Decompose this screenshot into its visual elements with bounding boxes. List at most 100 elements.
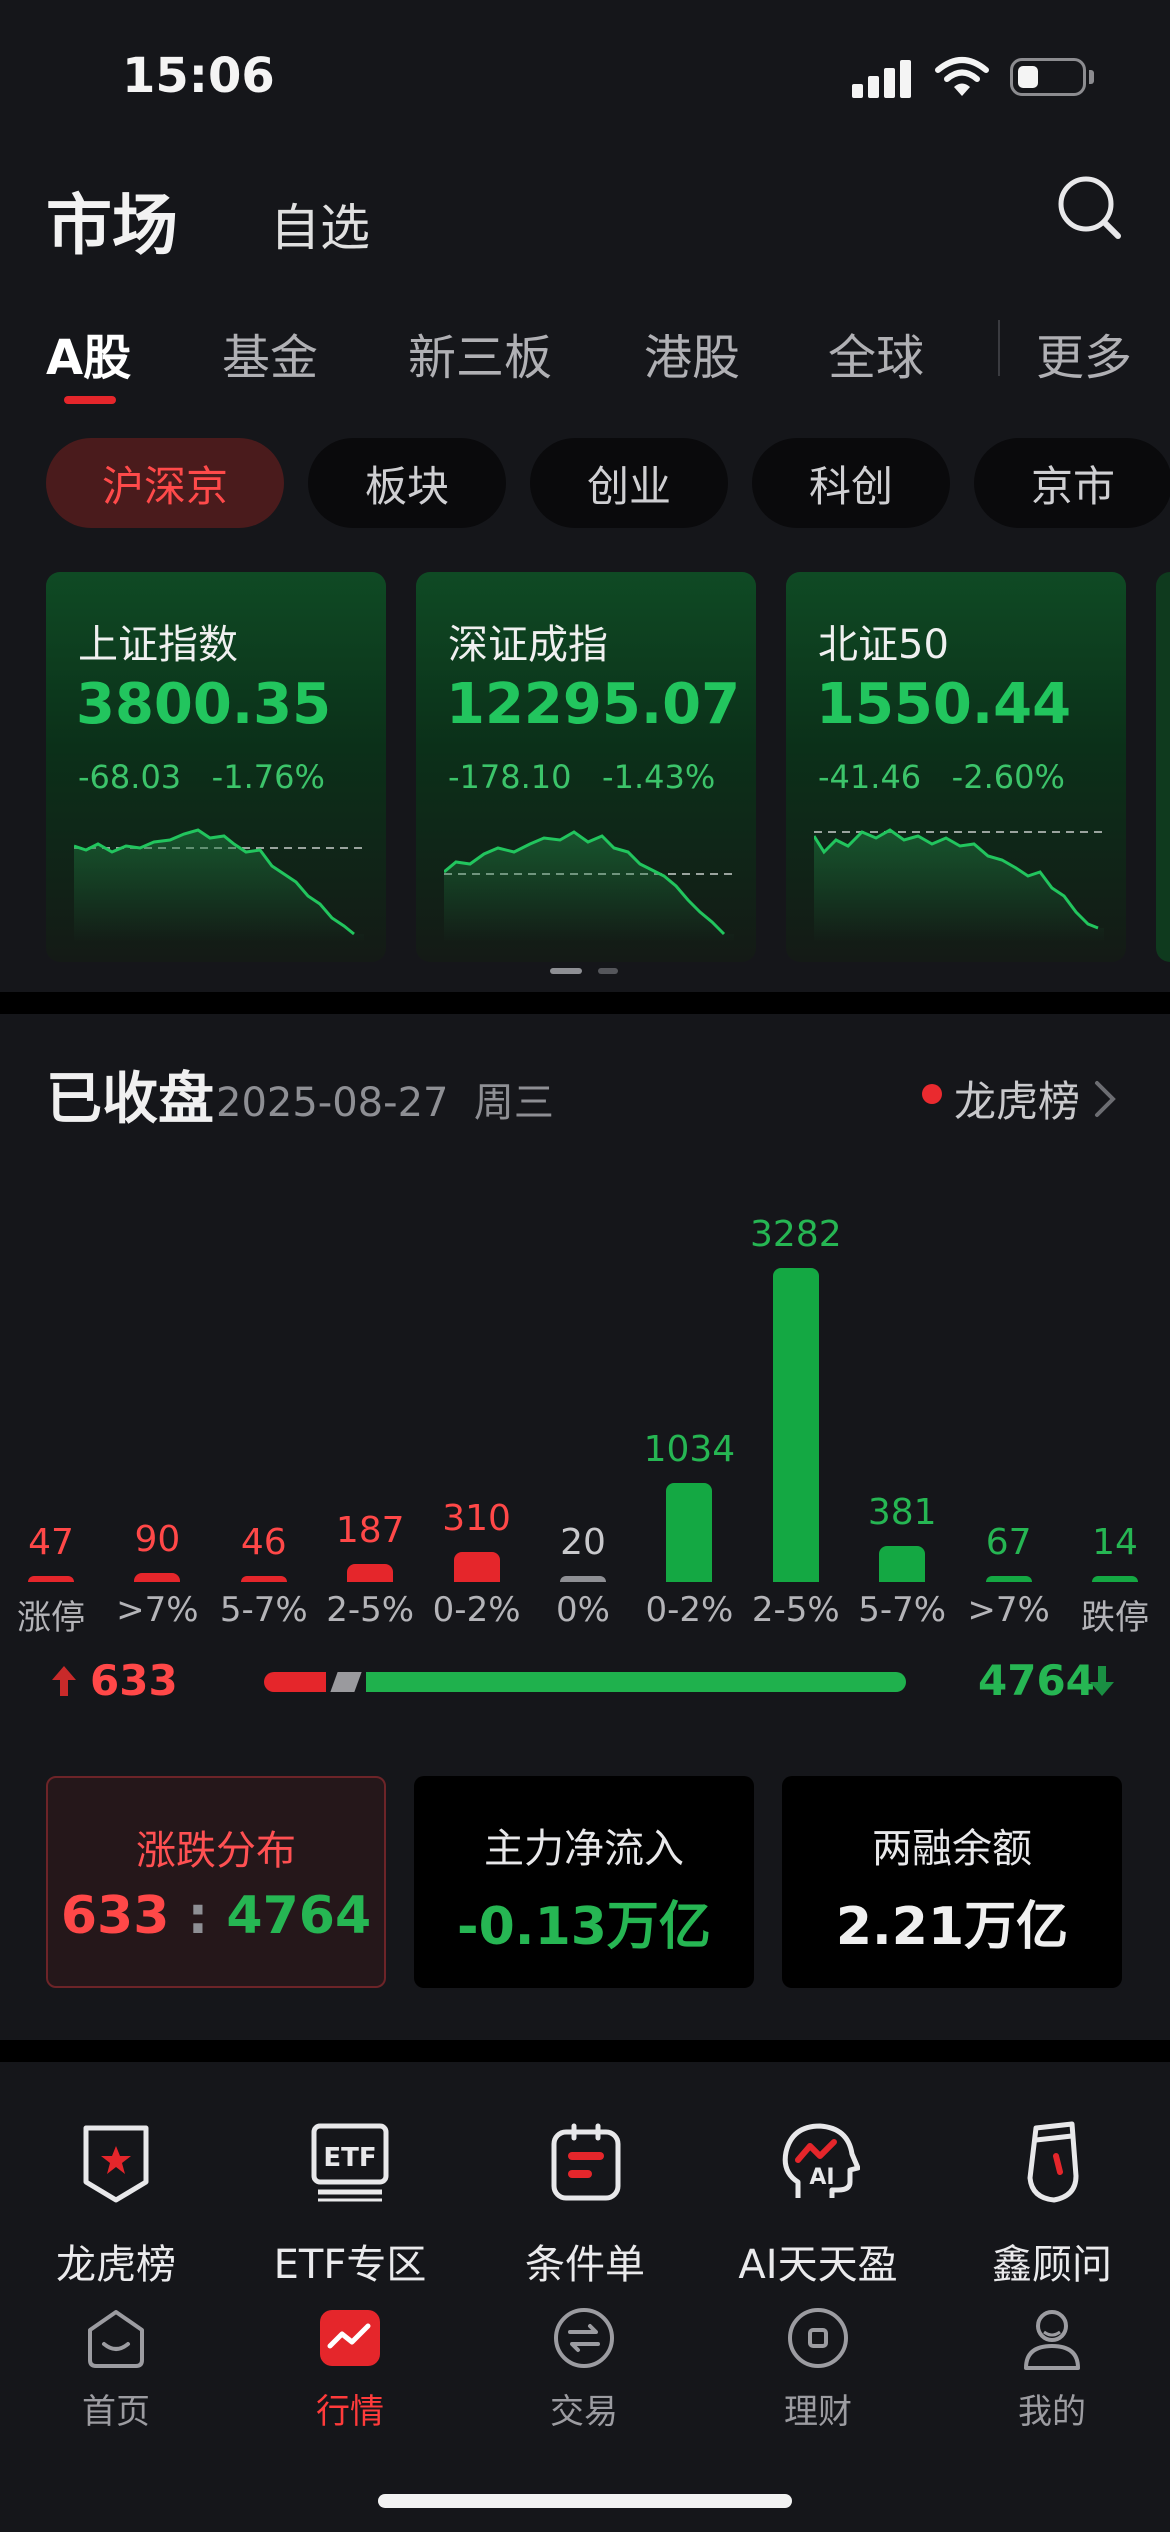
tab-funds[interactable]: 基金 bbox=[222, 318, 318, 388]
tab-a-shares[interactable]: A股 bbox=[46, 318, 131, 388]
ratio-bar-up bbox=[264, 1672, 326, 1692]
home-indicator[interactable] bbox=[378, 2494, 792, 2508]
histogram-bar bbox=[134, 1573, 181, 1582]
tab-hk-stocks[interactable]: 港股 bbox=[644, 318, 740, 388]
index-price: 12295.07 bbox=[446, 672, 741, 737]
nav-profile[interactable]: 我的 bbox=[952, 2384, 1152, 2433]
tab-global[interactable]: 全球 bbox=[828, 318, 924, 388]
histogram-category-label: 0-2% bbox=[645, 1590, 734, 1630]
svg-text:ETF: ETF bbox=[323, 2143, 376, 2173]
histogram-bar bbox=[879, 1545, 926, 1582]
index-card-bse50[interactable]: 北证50 1550.44 -41.46 -2.60% bbox=[786, 572, 1126, 962]
index-sparkline bbox=[814, 828, 1104, 942]
pager-dot-active bbox=[550, 968, 582, 974]
tab-separator bbox=[998, 320, 1000, 376]
shield-star-icon[interactable] bbox=[74, 2120, 158, 2204]
index-card-sse[interactable]: 上证指数 3800.35 -68.03 -1.76% bbox=[46, 572, 386, 962]
pill-chinext[interactable]: 创业 bbox=[530, 438, 728, 528]
profile-icon[interactable] bbox=[1018, 2304, 1086, 2372]
chevron-right-icon[interactable] bbox=[1094, 1080, 1116, 1118]
index-price: 3800.35 bbox=[76, 672, 332, 737]
stat-rise-fall[interactable]: 涨跌分布 633 : 4764 bbox=[46, 1776, 386, 1988]
histogram-bar-value: 187 bbox=[335, 1510, 405, 1552]
pendant-icon[interactable] bbox=[1010, 2120, 1094, 2204]
stat-margin-balance[interactable]: 两融余额 2.21万亿 bbox=[782, 1776, 1122, 1988]
index-name: 上证指数 bbox=[78, 622, 238, 668]
histogram-bar-value: 46 bbox=[240, 1522, 287, 1563]
stat-label: 涨跌分布 bbox=[136, 1828, 296, 1874]
histogram-bar bbox=[28, 1576, 74, 1582]
section-divider bbox=[0, 2040, 1170, 2062]
nav-wealth[interactable]: 理财 bbox=[718, 2384, 918, 2433]
live-dot bbox=[922, 1084, 942, 1104]
histogram-bar bbox=[985, 1575, 1032, 1582]
pager-dot bbox=[598, 968, 618, 974]
histogram-bar-value: 3282 bbox=[749, 1214, 842, 1255]
pill-star[interactable]: 科创 bbox=[752, 438, 950, 528]
pill-hs-bj[interactable]: 沪深京 bbox=[46, 438, 284, 528]
svg-text:AI: AI bbox=[809, 2165, 834, 2190]
histogram-bar bbox=[560, 1576, 606, 1582]
histogram-category-label: >7% bbox=[967, 1590, 1050, 1630]
decliners-count: 4764 bbox=[978, 1656, 1095, 1705]
up-arrow-icon bbox=[52, 1666, 76, 1696]
index-card-szse[interactable]: 深证成指 12295.07 -178.10 -1.43% bbox=[416, 572, 756, 962]
index-sparkline bbox=[74, 828, 364, 942]
histogram-category-label: 涨停 bbox=[17, 1598, 85, 1638]
nav-trade[interactable]: 交易 bbox=[484, 2384, 684, 2433]
histogram-bar-value: 381 bbox=[867, 1491, 937, 1533]
stat-label: 主力净流入 bbox=[484, 1826, 684, 1872]
histogram-bar-value: 14 bbox=[1092, 1522, 1138, 1563]
section-divider bbox=[0, 992, 1170, 1014]
index-card-next[interactable] bbox=[1156, 572, 1170, 962]
histogram-category-label: 0-2% bbox=[432, 1590, 521, 1630]
histogram-category-label: 0% bbox=[556, 1590, 610, 1630]
status-time: 15:06 bbox=[122, 48, 275, 104]
histogram-category-label: 5-7% bbox=[219, 1590, 308, 1630]
histogram-category-label: 2-5% bbox=[751, 1590, 840, 1630]
watchlist-tab[interactable]: 自选 bbox=[270, 188, 370, 260]
battery-tip bbox=[1089, 70, 1094, 84]
histogram-category-label: 跌停 bbox=[1081, 1598, 1149, 1638]
tab-more[interactable]: 更多 bbox=[1036, 318, 1132, 388]
advancers-count: 633 bbox=[90, 1656, 178, 1705]
histogram-bar-value: 1034 bbox=[643, 1429, 736, 1471]
clipboard-icon[interactable] bbox=[544, 2120, 628, 2204]
index-name: 北证50 bbox=[818, 622, 949, 668]
index-name: 深证成指 bbox=[448, 622, 608, 668]
index-change: -68.03 -1.76% bbox=[78, 758, 325, 796]
market-chart-icon[interactable] bbox=[316, 2304, 384, 2372]
histogram-bar-value: 310 bbox=[442, 1498, 511, 1540]
histogram-category-label: 2-5% bbox=[326, 1590, 415, 1630]
histogram-bar bbox=[666, 1483, 713, 1582]
histogram-bar-value: 47 bbox=[28, 1522, 74, 1563]
down-arrow-icon bbox=[1090, 1666, 1114, 1696]
index-change: -41.46 -2.60% bbox=[818, 758, 1065, 796]
histogram-bar bbox=[772, 1268, 819, 1582]
nav-home[interactable]: 首页 bbox=[16, 2384, 216, 2433]
wifi-icon bbox=[935, 57, 989, 96]
exchange-icon[interactable] bbox=[550, 2304, 618, 2372]
active-tab-indicator bbox=[64, 396, 116, 404]
ratio-bar-flat bbox=[330, 1672, 362, 1692]
stat-value: 2.21万亿 bbox=[835, 1897, 1069, 1957]
etf-icon[interactable]: ETF bbox=[308, 2120, 392, 2204]
ai-head-icon[interactable]: AI bbox=[776, 2120, 860, 2204]
page-title[interactable]: 市场 bbox=[46, 172, 178, 268]
histogram-bar-value: 20 bbox=[560, 1522, 606, 1563]
pill-sectors[interactable]: 板块 bbox=[308, 438, 506, 528]
dragon-tiger-link[interactable]: 龙虎榜 bbox=[954, 1068, 1080, 1129]
tab-neeq[interactable]: 新三板 bbox=[408, 318, 552, 388]
wealth-icon[interactable] bbox=[784, 2304, 852, 2372]
stat-value: -0.13万亿 bbox=[457, 1897, 711, 1957]
index-change: -178.10 -1.43% bbox=[448, 758, 716, 796]
histogram-bar-value: 67 bbox=[985, 1521, 1032, 1563]
histogram-bar bbox=[240, 1576, 287, 1582]
pill-bj-market[interactable]: 京市 bbox=[974, 438, 1170, 528]
histogram-category-label: >7% bbox=[116, 1590, 199, 1630]
stat-net-inflow[interactable]: 主力净流入 -0.13万亿 bbox=[414, 1776, 754, 1988]
signal-icon bbox=[852, 58, 912, 98]
home-icon[interactable] bbox=[82, 2304, 150, 2372]
search-icon[interactable] bbox=[1054, 172, 1124, 242]
nav-market[interactable]: 行情 bbox=[250, 2384, 450, 2433]
